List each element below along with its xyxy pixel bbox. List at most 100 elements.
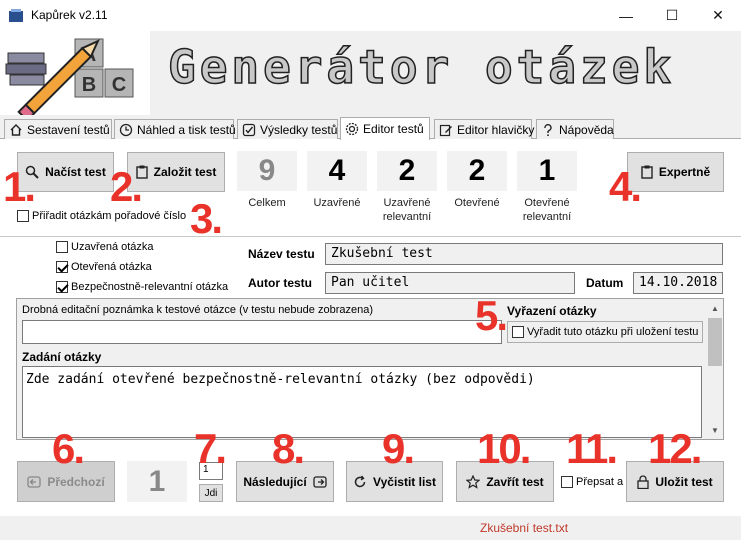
- close-test-label: Zavřít test: [486, 474, 544, 489]
- counter-open-label: Otevřené: [454, 197, 500, 209]
- marker-12: 12.: [648, 425, 702, 472]
- marker-7: 7.: [194, 425, 227, 472]
- exclude-question-label: Vyřadit tuto otázku při uložení testu: [527, 326, 699, 338]
- marker-9: 9.: [382, 425, 415, 472]
- tab-editor-hlavicky[interactable]: Editor hlavičky: [434, 119, 535, 139]
- tab-label: Sestavení testů: [27, 122, 110, 137]
- counter-open-relevant-label: Otevřené relevantní: [522, 197, 572, 223]
- tab-label: Nápověda: [559, 122, 614, 137]
- checkbox-box[interactable]: [56, 281, 68, 293]
- check-icon: [242, 123, 256, 136]
- checkbox-box[interactable]: [56, 261, 68, 273]
- tab-sestaveni[interactable]: Sestavení testů: [4, 119, 112, 139]
- load-test-label: Načíst test: [45, 165, 106, 179]
- marker-3: 3.: [190, 195, 223, 242]
- note-input[interactable]: [22, 320, 502, 344]
- date-label: Datum: [586, 276, 624, 290]
- date-field[interactable]: 14.10.2018: [633, 272, 723, 294]
- minimize-button[interactable]: —: [603, 0, 649, 31]
- window-title: Kapůrek v2.11: [31, 8, 108, 22]
- marker-8: 8.: [272, 425, 305, 472]
- safety-relevant-label: Bezpečnostně-relevantní otázka: [71, 281, 229, 293]
- exclude-question-checkbox[interactable]: Vyřadit tuto otázku při uložení testu: [507, 321, 704, 343]
- checkbox-box[interactable]: [512, 326, 524, 338]
- arrow-right-icon: [313, 475, 327, 488]
- clock-icon: [119, 123, 133, 136]
- tab-napoveda[interactable]: Nápověda: [536, 119, 614, 139]
- tab-nahled[interactable]: Náhled a tisk testů: [114, 119, 236, 139]
- new-test-label: Založit test: [153, 165, 217, 179]
- goto-button[interactable]: Jdi: [199, 484, 223, 502]
- clear-sheet-label: Vyčistit list: [373, 474, 436, 489]
- tab-label: Editor testů: [363, 122, 424, 136]
- assign-numbers-checkbox[interactable]: Přiřadit otázkám pořadové číslo: [17, 210, 186, 222]
- arrow-left-icon: [27, 475, 41, 488]
- current-question-number: 1: [127, 461, 187, 502]
- counter-open-relevant: 1: [517, 151, 577, 191]
- scrollbar[interactable]: ▲ ▼: [707, 300, 723, 439]
- tab-vysledky[interactable]: Výsledky testů: [237, 119, 338, 139]
- expert-button[interactable]: Expertně: [627, 152, 724, 192]
- next-label: Následující: [243, 474, 307, 489]
- test-name-field[interactable]: Zkušební test: [325, 243, 723, 265]
- checkbox-box[interactable]: [561, 476, 573, 488]
- save-test-label: Uložit test: [655, 474, 713, 489]
- exclusion-title: Vyřazení otázky: [507, 304, 597, 318]
- logo: A B C: [0, 31, 150, 122]
- clipboard-icon: [641, 165, 653, 179]
- close-button[interactable]: ✕: [695, 0, 741, 31]
- maximize-button[interactable]: ☐: [649, 0, 695, 31]
- open-question-checkbox[interactable]: Otevřená otázka: [56, 261, 152, 273]
- previous-label: Předchozí: [47, 474, 105, 489]
- marker-11: 11.: [566, 425, 618, 472]
- scroll-up-icon[interactable]: ▲: [711, 304, 719, 313]
- marker-1: 1.: [3, 163, 36, 210]
- open-question-label: Otevřená otázka: [71, 261, 152, 273]
- new-test-button[interactable]: Založit test: [127, 152, 225, 192]
- counter-closed-relevant-label: Uzavřené relevantní: [382, 197, 432, 223]
- status-bar: [0, 516, 741, 540]
- counter-closed-relevant: 2: [377, 151, 437, 191]
- tab-label: Výsledky testů: [260, 122, 338, 137]
- tab-editor-testu[interactable]: Editor testů: [340, 117, 430, 140]
- closed-question-label: Uzavřená otázka: [71, 241, 154, 253]
- expert-label: Expertně: [658, 165, 711, 179]
- assign-numbers-label: Přiřadit otázkám pořadové číslo: [32, 210, 187, 222]
- app-icon: [9, 9, 23, 22]
- divider: [0, 236, 741, 237]
- author-field[interactable]: Pan učitel: [325, 272, 575, 294]
- test-name-label: Název testu: [248, 247, 315, 261]
- lock-icon: [637, 474, 649, 489]
- author-label: Autor testu: [248, 276, 312, 290]
- closed-question-checkbox[interactable]: Uzavřená otázka: [56, 241, 154, 253]
- checkbox-box[interactable]: [17, 210, 29, 222]
- home-icon: [10, 123, 22, 136]
- tab-label: Editor hlavičky: [457, 122, 535, 137]
- counter-total-label: Celkem: [248, 197, 286, 209]
- counter-total: 9: [237, 151, 297, 191]
- marker-10: 10.: [477, 425, 531, 472]
- counter-open: 2: [447, 151, 507, 191]
- checkbox-box[interactable]: [56, 241, 68, 253]
- scroll-thumb[interactable]: [708, 318, 722, 366]
- overwrite-checkbox[interactable]: Přepsat a: [561, 476, 623, 488]
- logo-letter-c: C: [112, 74, 126, 96]
- tab-label: Náhled a tisk testů: [137, 122, 236, 137]
- scroll-down-icon[interactable]: ▼: [711, 426, 719, 435]
- marker-5: 5.: [475, 292, 508, 339]
- counter-closed-label: Uzavřené: [313, 197, 361, 209]
- marker-2: 2.: [110, 163, 143, 210]
- refresh-icon: [354, 475, 366, 487]
- safety-relevant-checkbox[interactable]: Bezpečnostně-relevantní otázka: [56, 281, 228, 293]
- logo-graphic: A B C: [5, 38, 134, 122]
- marker-6: 6.: [52, 425, 85, 472]
- help-icon: [544, 123, 552, 136]
- tab-bar: Sestavení testů Náhled a tisk testů Výsl…: [0, 117, 741, 140]
- counter-closed: 4: [307, 151, 367, 191]
- status-filename: Zkušební test.txt: [480, 521, 569, 535]
- star-icon: [466, 474, 481, 489]
- question-label: Zadání otázky: [22, 350, 102, 364]
- edit-icon: [439, 124, 452, 136]
- banner-title: Generátor otázek: [167, 39, 676, 95]
- marker-4: 4.: [609, 163, 642, 210]
